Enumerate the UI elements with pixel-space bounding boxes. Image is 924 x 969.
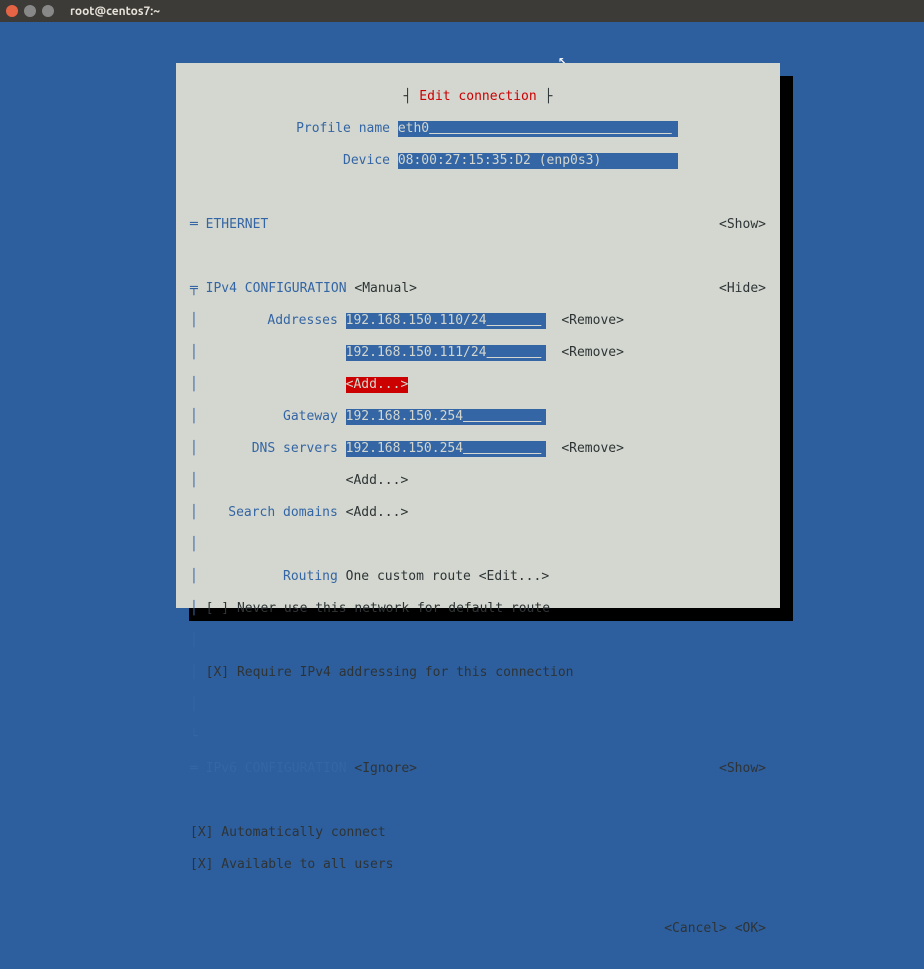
minimize-icon[interactable]: [24, 5, 36, 17]
ok-button[interactable]: <OK>: [735, 921, 766, 937]
dns-input-0[interactable]: 192.168.150.254: [346, 441, 546, 457]
profile-name-input[interactable]: eth0: [398, 121, 678, 137]
device-input[interactable]: 08:00:27:15:35:D2 (enp0s3): [398, 153, 678, 169]
remove-address-0-button[interactable]: <Remove>: [561, 313, 624, 329]
remove-address-1-button[interactable]: <Remove>: [561, 345, 624, 361]
address-input-1[interactable]: 192.168.150.111/24: [346, 345, 546, 361]
terminal-area: ↖ ┤ Edit connection ├ Profile name eth0 …: [0, 22, 924, 576]
ipv6-mode-select[interactable]: <Ignore>: [354, 761, 417, 777]
ethernet-section: ═ ETHERNET: [190, 217, 268, 233]
ipv6-section: ═ IPv6 CONFIGURATION: [190, 761, 347, 777]
never-default-route-checkbox[interactable]: [ ] Never use this network for default r…: [206, 601, 550, 617]
addresses-label: Addresses: [198, 313, 338, 329]
remove-dns-0-button[interactable]: <Remove>: [561, 441, 624, 457]
close-icon[interactable]: [6, 5, 18, 17]
routing-label: Routing: [198, 569, 338, 585]
ipv4-section: ╤ IPv4 CONFIGURATION: [190, 281, 347, 297]
all-users-checkbox[interactable]: [X] Available to all users: [190, 857, 394, 873]
profile-name-label: Profile name: [190, 121, 390, 137]
ipv4-hide-button[interactable]: <Hide>: [719, 281, 766, 297]
cancel-button[interactable]: <Cancel>: [664, 921, 727, 937]
ethernet-show-button[interactable]: <Show>: [719, 217, 766, 233]
dialog-panel: ┤ Edit connection ├ Profile name eth0 De…: [176, 63, 780, 608]
gateway-input[interactable]: 192.168.150.254: [346, 409, 546, 425]
window-titlebar: root@centos7:~: [0, 0, 924, 22]
add-dns-button[interactable]: <Add...>: [346, 473, 409, 489]
add-search-domain-button[interactable]: <Add...>: [346, 505, 409, 521]
address-input-0[interactable]: 192.168.150.110/24: [346, 313, 546, 329]
search-domains-label: Search domains: [198, 505, 338, 521]
auto-connect-checkbox[interactable]: [X] Automatically connect: [190, 825, 386, 841]
dialog-title: ┤ Edit connection ├: [190, 89, 766, 105]
edit-routing-button[interactable]: <Edit...>: [479, 569, 549, 585]
ipv4-mode-select[interactable]: <Manual>: [354, 281, 417, 297]
maximize-icon[interactable]: [42, 5, 54, 17]
dns-label: DNS servers: [198, 441, 338, 457]
window-title: root@centos7:~: [70, 5, 160, 18]
require-ipv4-checkbox[interactable]: [X] Require IPv4 addressing for this con…: [206, 665, 574, 681]
routing-value: One custom route: [346, 569, 471, 585]
ipv6-show-button[interactable]: <Show>: [719, 761, 766, 777]
gateway-label: Gateway: [198, 409, 338, 425]
add-address-button[interactable]: <Add...>: [346, 377, 409, 393]
device-label: Device: [190, 153, 390, 169]
